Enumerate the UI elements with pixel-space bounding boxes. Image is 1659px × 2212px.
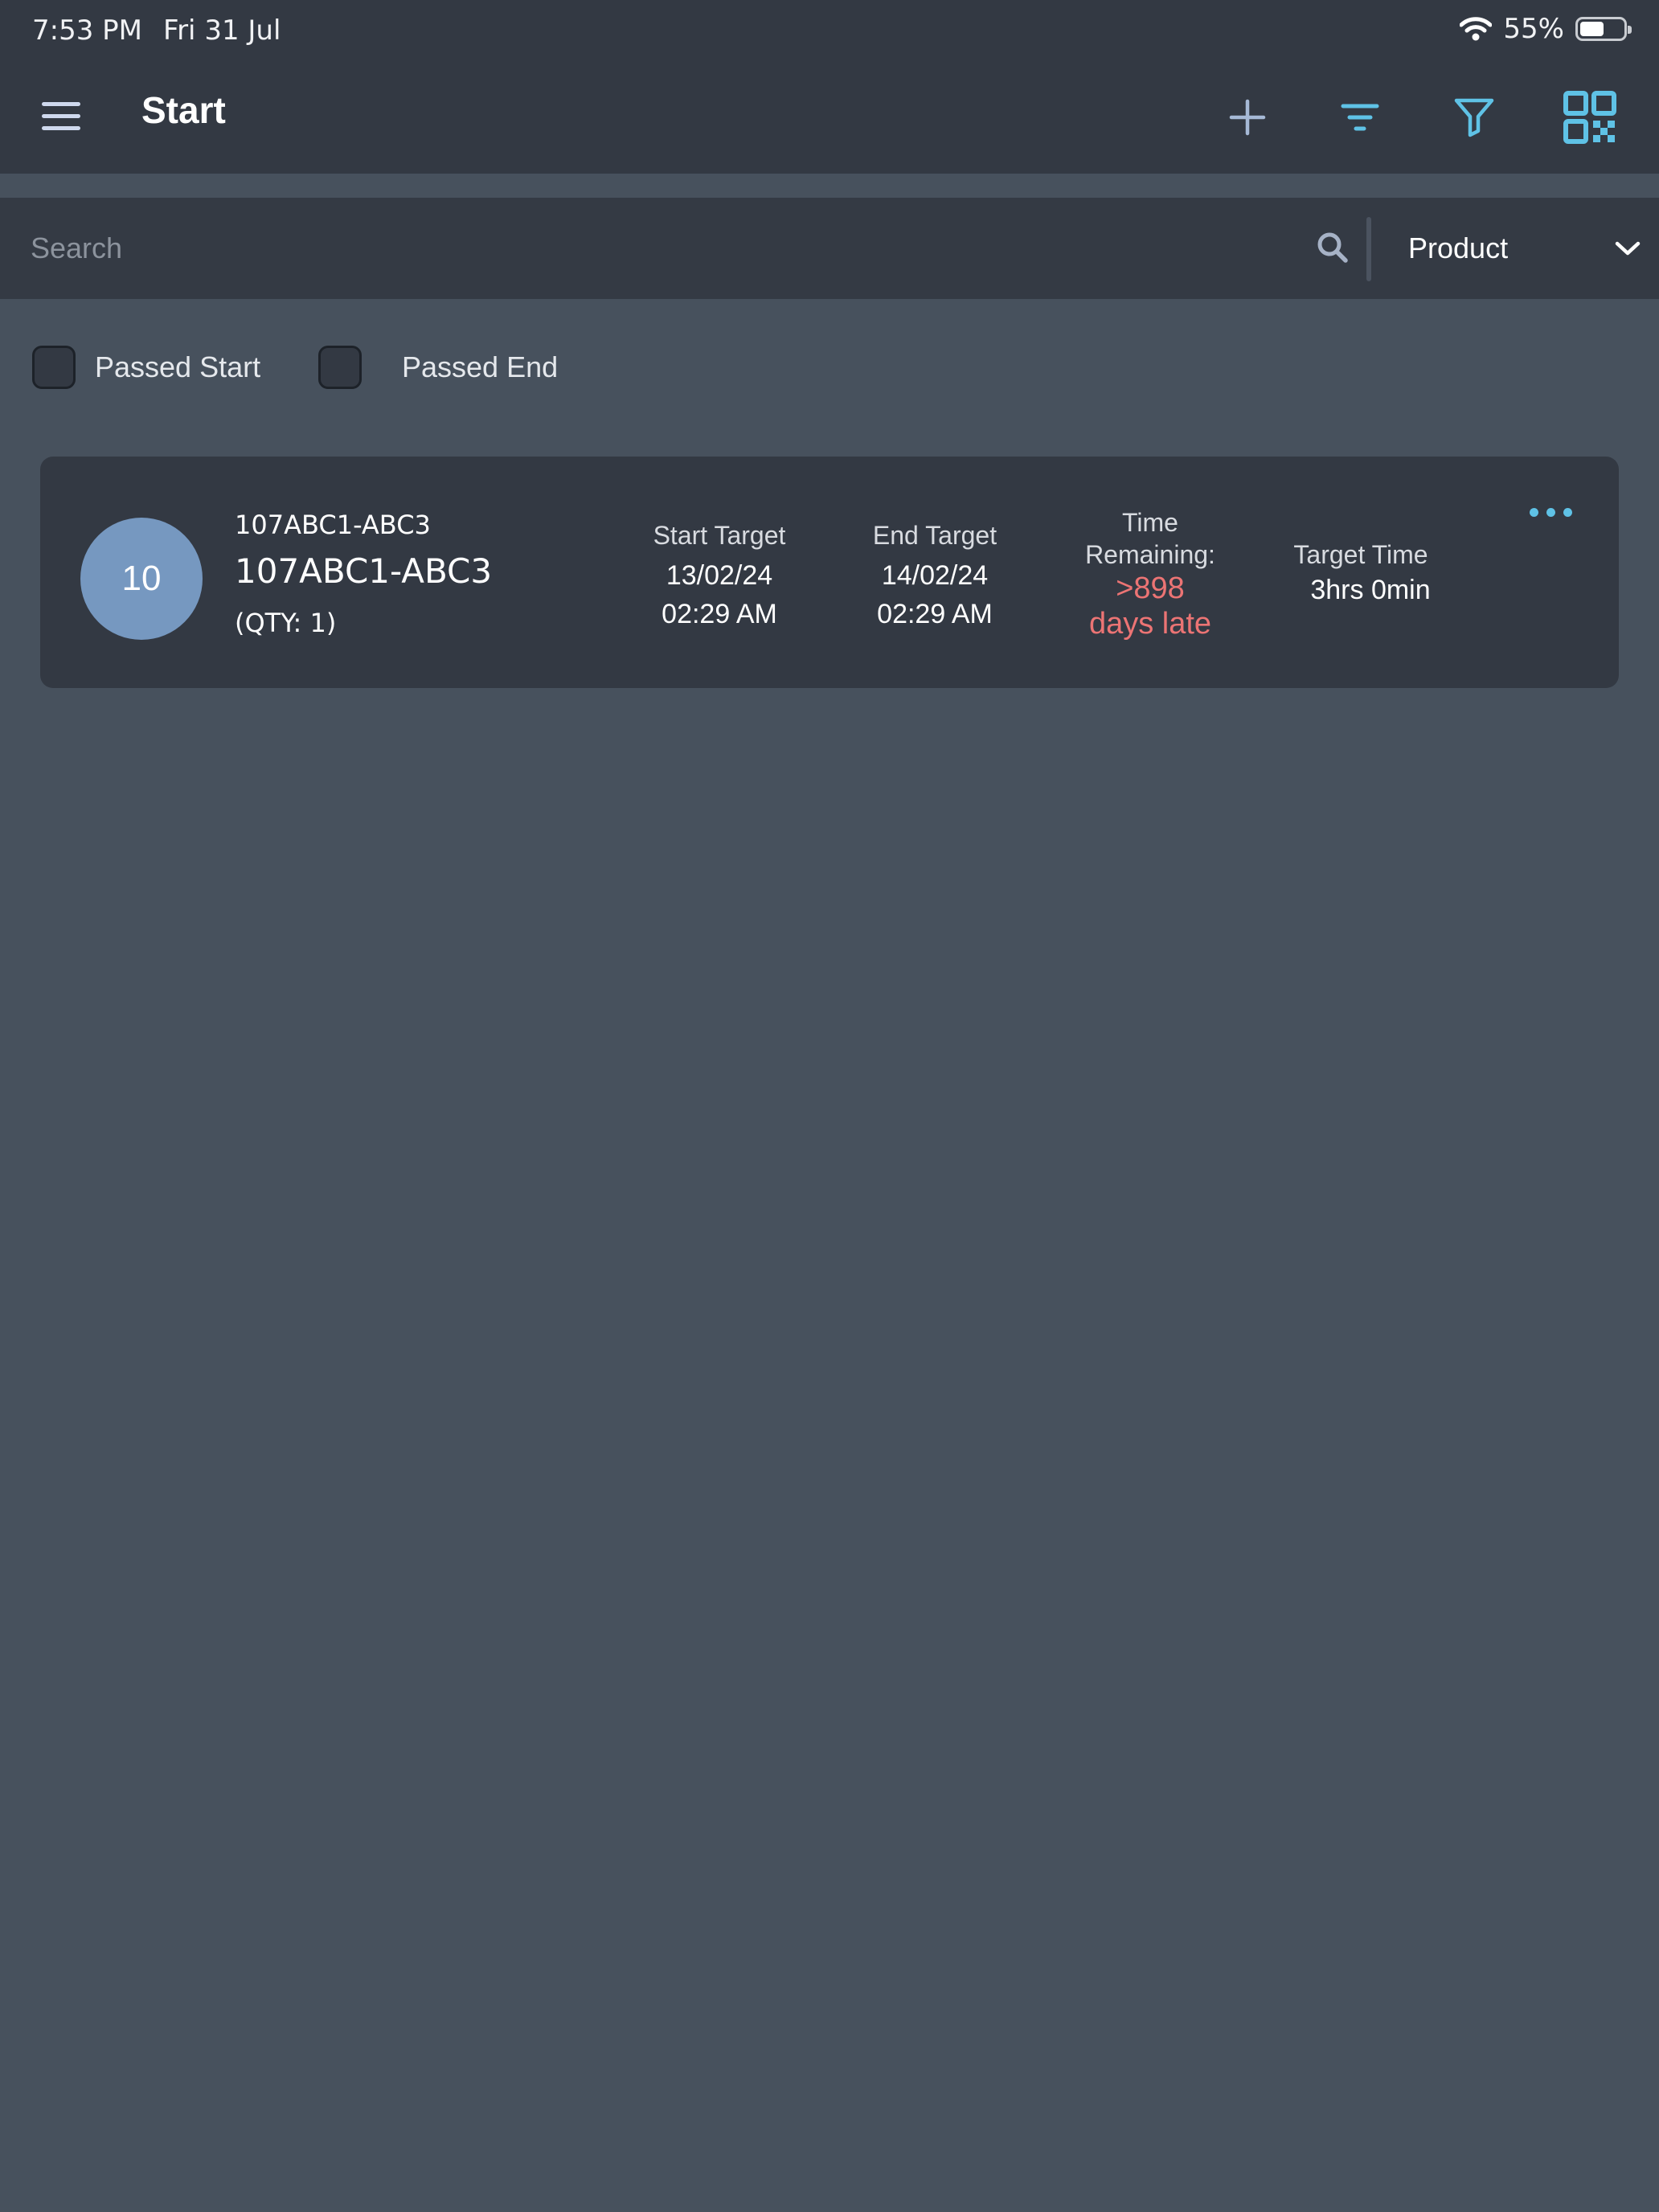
time-remaining-label-2: Remaining: — [1085, 540, 1215, 569]
passed-start-label: Passed Start — [95, 350, 261, 383]
plus-icon — [1229, 99, 1266, 136]
start-target-column: Start Target 13/02/24 02:29 AM — [596, 519, 842, 633]
add-button[interactable] — [1215, 85, 1280, 150]
status-clock: 7:53 PM — [32, 14, 142, 47]
start-target-label: Start Target — [653, 521, 786, 550]
target-time-value: 3hrs 0min — [1310, 575, 1431, 605]
battery-fill — [1580, 22, 1604, 36]
battery-percent: 55% — [1503, 13, 1564, 45]
passed-start-checkbox[interactable] — [32, 346, 76, 389]
category-select[interactable]: Product — [1408, 198, 1641, 299]
status-time: 7:53 PM Fri 31 Jul — [32, 14, 281, 47]
job-code-large: 107ABC1-ABC3 — [235, 551, 493, 591]
page-title: Start — [141, 89, 226, 131]
header-separator — [0, 174, 1659, 198]
status-bar: 7:53 PM Fri 31 Jul 55% — [0, 0, 1659, 64]
time-remaining-column: Time Remaining: >898 days late — [1027, 506, 1273, 641]
filter-icon — [1454, 98, 1494, 137]
job-qty: (QTY: 1) — [235, 608, 337, 638]
status-date: Fri 31 Jul — [163, 14, 281, 47]
battery-icon — [1575, 17, 1632, 41]
category-select-value: Product — [1408, 231, 1509, 264]
qr-code-icon — [1563, 91, 1616, 144]
chevron-down-icon — [1615, 241, 1641, 256]
search-bar: Product — [0, 198, 1659, 299]
wifi-icon — [1460, 17, 1493, 41]
filter-button[interactable] — [1442, 85, 1506, 150]
start-target-time: 02:29 AM — [662, 599, 777, 629]
start-target-date: 13/02/24 — [666, 560, 773, 591]
time-remaining-value-2: days late — [1088, 607, 1212, 641]
sort-button[interactable] — [1328, 85, 1392, 150]
avatar: 10 — [80, 518, 203, 640]
end-target-label: End Target — [872, 521, 997, 550]
end-target-date: 14/02/24 — [881, 560, 989, 591]
job-code-small: 107ABC1-ABC3 — [235, 510, 431, 540]
menu-icon[interactable] — [42, 93, 87, 138]
passed-end-checkbox[interactable] — [318, 346, 362, 389]
status-right: 55% — [1460, 13, 1632, 45]
end-target-column: End Target 14/02/24 02:29 AM — [812, 519, 1058, 633]
search-input[interactable] — [0, 198, 1302, 299]
passed-end-label: Passed End — [402, 350, 559, 383]
nav-bar: Start — [0, 64, 1659, 174]
target-time-label: Target Time — [1293, 540, 1428, 569]
search-divider — [1366, 217, 1371, 281]
end-target-time: 02:29 AM — [877, 599, 993, 629]
more-options-icon[interactable] — [1522, 500, 1579, 524]
search-icon[interactable] — [1315, 230, 1350, 265]
target-time-column: Target Time 3hrs 0min — [1238, 539, 1484, 609]
time-remaining-value-1: >898 — [1116, 571, 1185, 605]
job-card[interactable]: 10 107ABC1-ABC3 107ABC1-ABC3 (QTY: 1) St… — [40, 457, 1619, 688]
time-remaining-label-1: Time — [1122, 508, 1178, 537]
qr-scan-button[interactable] — [1558, 85, 1622, 150]
sort-icon — [1341, 104, 1379, 131]
